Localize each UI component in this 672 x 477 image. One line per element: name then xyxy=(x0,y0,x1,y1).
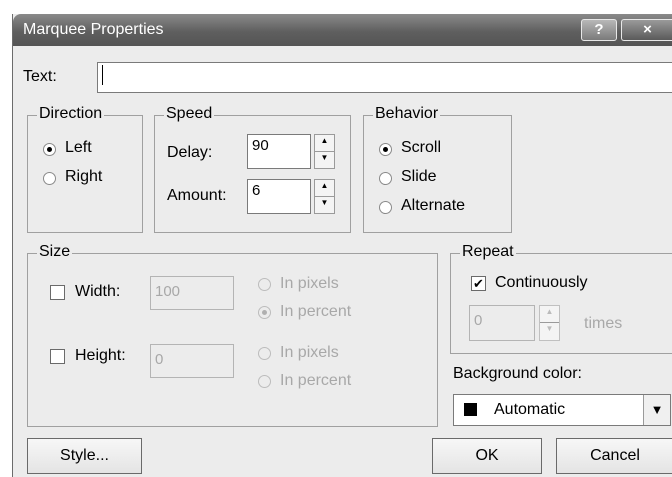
continuously-checkbox[interactable]: ✔ xyxy=(471,276,486,291)
behavior-scroll-label[interactable]: Scroll xyxy=(401,139,441,157)
delay-spinner[interactable]: ▲ ▼ xyxy=(314,134,335,169)
direction-right-radio[interactable] xyxy=(43,172,56,185)
times-label: times xyxy=(584,315,623,332)
repeat-legend: Repeat xyxy=(460,243,516,261)
color-swatch xyxy=(464,403,477,416)
text-input[interactable] xyxy=(97,62,672,93)
window-title: Marquee Properties xyxy=(23,21,164,38)
background-color-label: Background color: xyxy=(453,365,582,382)
amount-label: Amount: xyxy=(167,187,227,204)
text-label: Text: xyxy=(23,68,57,85)
width-pixels-label[interactable]: In pixels xyxy=(280,275,339,293)
marquee-properties-dialog: Marquee Properties ? × Text: Direction L… xyxy=(12,14,672,477)
width-percent-label[interactable]: In percent xyxy=(280,303,351,321)
repeat-up-arrow-icon[interactable]: ▲ xyxy=(540,306,559,323)
behavior-scroll-radio[interactable] xyxy=(379,143,392,156)
delay-input[interactable]: 90 xyxy=(247,134,311,169)
width-percent-radio[interactable] xyxy=(258,306,271,319)
amount-input[interactable]: 6 xyxy=(247,179,311,214)
ok-button[interactable]: OK xyxy=(432,438,542,474)
height-input[interactable]: 0 xyxy=(150,344,234,378)
text-caret xyxy=(102,65,103,85)
behavior-legend: Behavior xyxy=(373,105,441,123)
close-button[interactable]: × xyxy=(621,19,672,41)
delay-label: Delay: xyxy=(167,144,213,161)
height-pixels-radio[interactable] xyxy=(258,347,271,360)
repeat-group: Repeat ✔ Continuously 0 ▲ ▼ times xyxy=(450,243,672,354)
behavior-alternate-radio[interactable] xyxy=(379,201,392,214)
speed-group: Speed Delay: 90 ▲ ▼ Amount: 6 ▲ ▼ xyxy=(154,105,351,233)
amount-up-arrow-icon[interactable]: ▲ xyxy=(315,180,334,197)
height-percent-label[interactable]: In percent xyxy=(280,372,351,390)
background-color-select[interactable]: Automatic ▼ xyxy=(453,394,671,426)
direction-left-label[interactable]: Left xyxy=(65,139,92,157)
delay-down-arrow-icon[interactable]: ▼ xyxy=(315,152,334,169)
width-checkbox[interactable] xyxy=(50,285,65,300)
direction-legend: Direction xyxy=(37,105,105,123)
height-checkbox[interactable] xyxy=(50,349,65,364)
help-button[interactable]: ? xyxy=(581,19,617,41)
direction-right-label[interactable]: Right xyxy=(65,168,102,186)
size-legend: Size xyxy=(37,243,73,261)
size-group: Size Width: 100 In pixels In percent Hei… xyxy=(27,243,438,427)
direction-group: Direction Left Right xyxy=(27,105,143,233)
title-bar[interactable]: Marquee Properties ? × xyxy=(13,14,672,46)
continuously-label[interactable]: Continuously xyxy=(495,274,588,292)
dropdown-arrow-icon[interactable]: ▼ xyxy=(643,395,670,425)
amount-down-arrow-icon[interactable]: ▼ xyxy=(315,197,334,214)
behavior-slide-label[interactable]: Slide xyxy=(401,168,437,186)
height-label[interactable]: Height: xyxy=(75,347,126,365)
width-label[interactable]: Width: xyxy=(75,283,120,301)
behavior-group: Behavior Scroll Slide Alternate xyxy=(363,105,512,233)
behavior-slide-radio[interactable] xyxy=(379,172,392,185)
repeat-count-spinner[interactable]: ▲ ▼ xyxy=(539,305,560,341)
direction-left-radio[interactable] xyxy=(43,143,56,156)
width-input[interactable]: 100 xyxy=(150,276,234,310)
delay-up-arrow-icon[interactable]: ▲ xyxy=(315,135,334,152)
repeat-count-input[interactable]: 0 xyxy=(469,305,535,341)
amount-spinner[interactable]: ▲ ▼ xyxy=(314,179,335,214)
background-color-value: Automatic xyxy=(494,401,566,418)
style-button[interactable]: Style... xyxy=(27,438,142,474)
behavior-alternate-label[interactable]: Alternate xyxy=(401,197,465,215)
cancel-button[interactable]: Cancel xyxy=(556,438,672,474)
height-pixels-label[interactable]: In pixels xyxy=(280,344,339,362)
repeat-down-arrow-icon[interactable]: ▼ xyxy=(540,323,559,340)
height-percent-radio[interactable] xyxy=(258,375,271,388)
width-pixels-radio[interactable] xyxy=(258,278,271,291)
speed-legend: Speed xyxy=(164,105,215,123)
